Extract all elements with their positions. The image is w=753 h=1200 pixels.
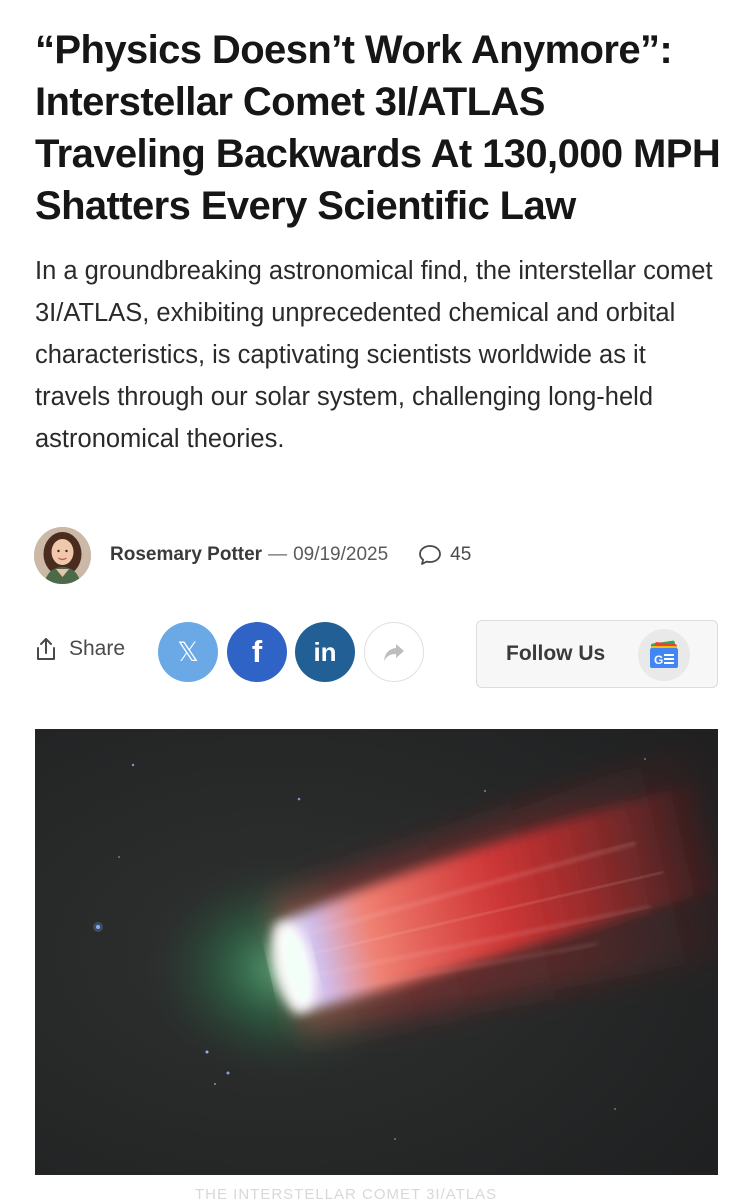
share-linkedin-button[interactable]: in	[295, 622, 355, 682]
forward-arrow-icon	[384, 644, 404, 661]
author-name-link[interactable]: Rosemary Potter	[110, 544, 262, 566]
share-facebook-button[interactable]: f	[227, 622, 287, 682]
follow-us-button[interactable]: Follow Us G	[476, 620, 718, 688]
share-x-button[interactable]: 𝕏	[158, 622, 218, 682]
share-toolbar: Share 𝕏 f in Follow Us G	[34, 620, 724, 688]
share-button[interactable]: Share	[34, 636, 125, 662]
comet-illustration	[35, 729, 718, 1175]
share-upload-icon	[37, 638, 55, 660]
comment-bubble-icon	[419, 545, 442, 565]
google-news-icon: G	[638, 629, 690, 681]
article-excerpt: In a groundbreaking astronomical find, t…	[35, 257, 713, 453]
author-avatar[interactable]	[34, 526, 91, 584]
article-headline: “Physics Doesn’t Work Anymore”: Interste…	[35, 28, 721, 228]
hero-image[interactable]	[35, 729, 718, 1175]
share-label: Share	[69, 637, 126, 660]
byline-separator: —	[268, 544, 288, 565]
byline: Rosemary Potter — 09/19/2025 45	[34, 526, 724, 584]
next-section-caption: THE INTERSTELLAR COMET 3I/ATLAS	[195, 1186, 498, 1200]
comments-link[interactable]: 45	[418, 544, 471, 566]
follow-us-label: Follow Us	[506, 642, 606, 665]
linkedin-logo-icon: in	[313, 636, 337, 667]
facebook-logo-icon: f	[251, 634, 263, 669]
publish-date: 09/19/2025	[293, 544, 389, 565]
x-logo-icon: 𝕏	[177, 636, 199, 668]
comment-count: 45	[450, 544, 472, 565]
share-forward-button[interactable]	[364, 622, 424, 682]
svg-text:G: G	[654, 653, 663, 667]
